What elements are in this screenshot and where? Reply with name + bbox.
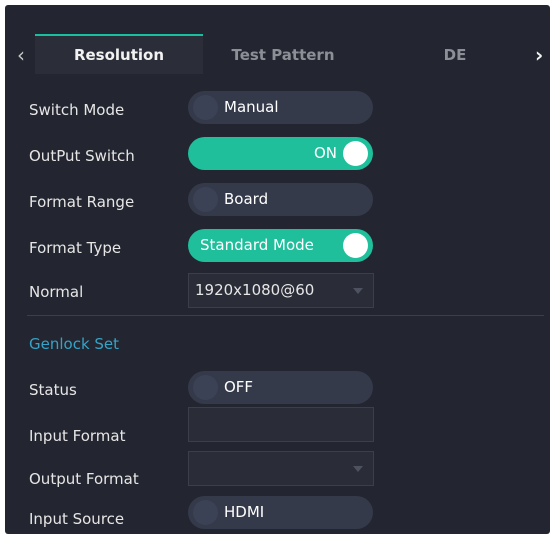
format-range-label: Format Range: [29, 193, 135, 211]
format-range-value: Board: [224, 190, 269, 208]
format-type-value: Standard Mode: [200, 236, 314, 254]
toggle-knob: [193, 375, 218, 400]
normal-label: Normal: [29, 283, 84, 301]
input-format-label: Input Format: [29, 427, 126, 445]
output-switch-value: ON: [314, 144, 338, 162]
toggle-knob: [193, 187, 218, 212]
output-format-label: Output Format: [29, 470, 139, 488]
status-value: OFF: [224, 378, 254, 396]
chevron-right-icon[interactable]: ›: [535, 36, 543, 74]
tab-test-pattern[interactable]: Test Pattern: [203, 36, 363, 74]
switch-mode-toggle[interactable]: Manual: [188, 91, 373, 124]
format-range-toggle[interactable]: Board: [188, 183, 373, 216]
tab-bar: ‹ Resolution Test Pattern DE ›: [5, 5, 550, 79]
toggle-knob: [343, 141, 368, 166]
chevron-down-icon: [353, 288, 363, 294]
input-format-field[interactable]: [188, 407, 374, 442]
input-source-label: Input Source: [29, 510, 125, 528]
genlock-section-title: Genlock Set: [29, 335, 120, 353]
normal-dropdown[interactable]: 1920x1080@60: [188, 273, 374, 308]
output-switch-toggle[interactable]: ON: [188, 137, 373, 170]
format-type-toggle[interactable]: Standard Mode: [188, 229, 373, 262]
toggle-knob: [193, 95, 218, 120]
status-label: Status: [29, 381, 77, 399]
normal-value: 1920x1080@60: [195, 281, 315, 299]
switch-mode-label: Switch Mode: [29, 101, 125, 119]
output-switch-label: OutPut Switch: [29, 147, 135, 165]
switch-mode-value: Manual: [224, 98, 279, 116]
chevron-left-icon[interactable]: ‹: [17, 36, 25, 74]
toggle-knob: [343, 233, 368, 258]
settings-panel: ‹ Resolution Test Pattern DE › Switch Mo…: [5, 5, 550, 534]
status-toggle[interactable]: OFF: [188, 371, 373, 404]
toggle-knob: [193, 500, 218, 525]
section-divider: [27, 315, 544, 316]
input-source-value: HDMI: [224, 503, 265, 521]
input-source-toggle[interactable]: HDMI: [188, 496, 373, 529]
tab-resolution[interactable]: Resolution: [35, 36, 203, 74]
tab-de[interactable]: DE: [395, 36, 515, 74]
format-type-label: Format Type: [29, 239, 122, 257]
chevron-down-icon: [353, 466, 363, 472]
output-format-dropdown[interactable]: [188, 451, 374, 486]
